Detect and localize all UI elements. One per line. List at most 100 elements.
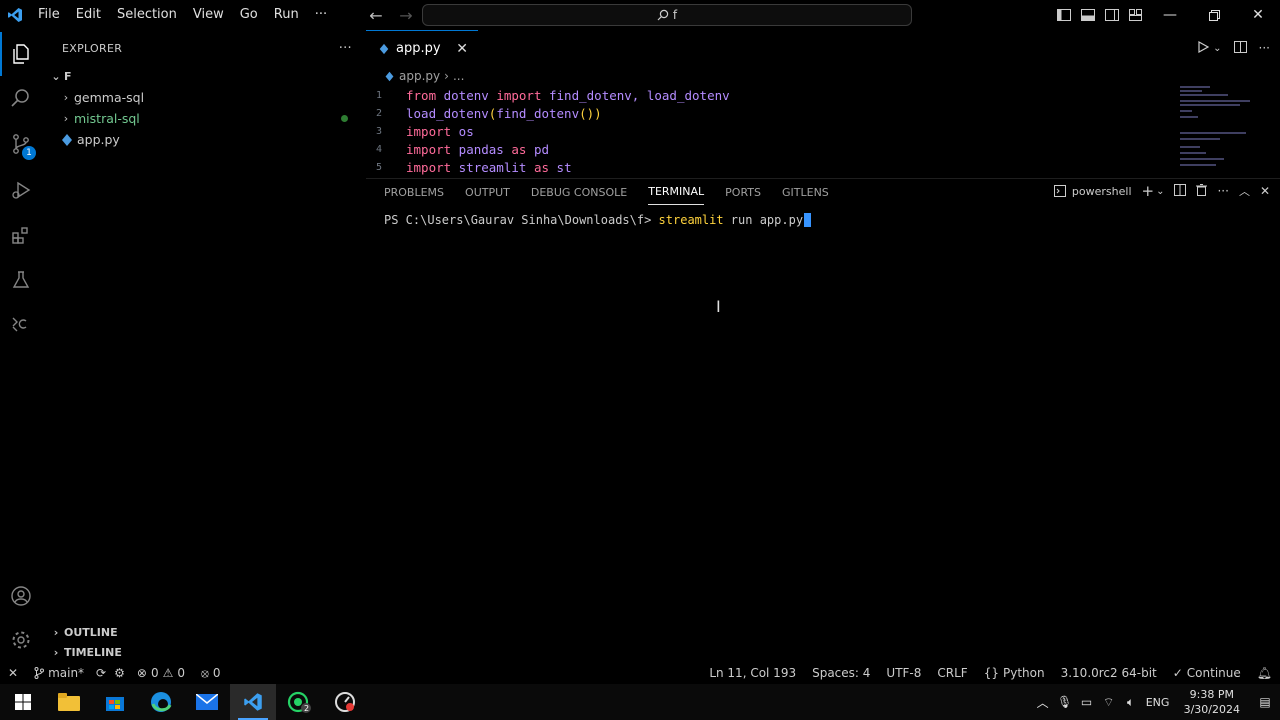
file-encoding[interactable]: UTF-8 [878, 662, 929, 684]
sync-icon[interactable]: ⟳ [92, 662, 110, 684]
more-actions-icon[interactable]: ··· [1217, 184, 1228, 198]
restore-button[interactable] [1192, 0, 1236, 30]
code-line[interactable]: 5 import streamlit as st [366, 158, 1280, 176]
tray-chevron-up-icon[interactable]: ︿ [1032, 694, 1054, 711]
menu-go[interactable]: Go [232, 0, 266, 30]
file-explorer-icon[interactable] [46, 684, 92, 720]
recording-app-icon[interactable] [322, 684, 368, 720]
tree-item-app-py[interactable]: app.py [42, 129, 366, 150]
store-icon[interactable] [92, 684, 138, 720]
toggle-secondary-sidebar-icon[interactable] [1100, 0, 1124, 30]
clock[interactable]: 9:38 PM 3/30/2024 [1174, 687, 1250, 717]
indentation[interactable]: Spaces: 4 [804, 662, 878, 684]
menu-view[interactable]: View [185, 0, 232, 30]
code-line[interactable]: 3 import os [366, 122, 1280, 140]
panel-tab-terminal[interactable]: TERMINAL [648, 184, 705, 205]
chevron-right-icon: › [53, 646, 59, 659]
editor-area: app.py ✕ ⌄ ··· app.py › ... 1 from dotenv… [366, 30, 1280, 178]
menu-run[interactable]: Run [266, 0, 307, 30]
explorer-icon[interactable] [0, 32, 42, 76]
volume-icon[interactable]: 🔈︎ [1120, 695, 1142, 710]
close-window-button[interactable]: ✕ [1236, 0, 1280, 30]
language-mode[interactable]: {} Python [976, 662, 1053, 684]
source-control-icon[interactable]: 1 [0, 122, 42, 166]
editor-actions: ⌄ ··· [1197, 30, 1270, 66]
continue-extension[interactable]: ✓ Continue [1165, 662, 1249, 684]
remote-indicator-icon[interactable]: ✕ [0, 662, 26, 684]
customize-layout-icon[interactable] [1124, 0, 1148, 30]
whatsapp-icon[interactable]: 2 [276, 684, 322, 720]
edge-browser-icon[interactable] [138, 684, 184, 720]
panel-tab-gitlens[interactable]: GITLENS [782, 185, 829, 205]
close-icon[interactable]: ✕ [456, 41, 468, 57]
problems-indicator[interactable]: ⊗ 0 ⚠ 0 [129, 662, 193, 684]
code-editor[interactable]: 1 from dotenv import find_dotenv, load_do… [366, 86, 1280, 176]
explorer-more-button[interactable]: ··· [339, 41, 352, 56]
more-actions-icon[interactable]: ··· [1259, 41, 1270, 55]
toggle-panel-icon[interactable] [1076, 0, 1100, 30]
windows-start-icon[interactable] [0, 684, 46, 720]
settings-gear-icon[interactable] [0, 618, 42, 662]
language-indicator[interactable]: ENG [1142, 696, 1174, 709]
cursor-position[interactable]: Ln 11, Col 193 [701, 662, 804, 684]
code-token: find_dotenv [541, 87, 632, 103]
code-line[interactable]: 4 import pandas as pd [366, 140, 1280, 158]
chevron-down-icon[interactable]: ⌄ [1213, 43, 1221, 54]
tab-app-py[interactable]: app.py ✕ [366, 30, 478, 66]
terminal-output[interactable]: PS C:\Users\Gaurav Sinha\Downloads\f> st… [384, 213, 812, 227]
display-icon[interactable]: ▭ [1076, 695, 1098, 709]
menu-file[interactable]: File [30, 0, 68, 30]
timeline-section[interactable]: › TIMELINE [42, 642, 366, 663]
code-token: as [533, 159, 550, 175]
vscode-taskbar-icon[interactable] [230, 684, 276, 720]
toggle-sidebar-icon[interactable] [1052, 0, 1076, 30]
breadcrumb-rest[interactable]: ... [453, 69, 464, 83]
outline-section[interactable]: › OUTLINE [42, 622, 366, 643]
notification-center-icon[interactable]: ▤ [1250, 695, 1280, 709]
menu-selection[interactable]: Selection [109, 0, 185, 30]
breadcrumb-separator-icon: › [444, 69, 449, 83]
run-debug-icon[interactable] [0, 168, 42, 212]
notifications-bell-icon[interactable]: 🔔︎ [1249, 662, 1280, 684]
command-center[interactable]: f [422, 4, 912, 26]
microphone-icon[interactable]: 🎙︎ [1054, 695, 1076, 709]
workspace-root[interactable]: ⌄ F [42, 66, 366, 87]
wifi-icon[interactable]: ⌔ [1098, 695, 1120, 710]
close-panel-icon[interactable]: ✕ [1260, 184, 1270, 198]
menu-edit[interactable]: Edit [68, 0, 109, 30]
chevron-right-icon: › [63, 91, 69, 104]
end-of-line[interactable]: CRLF [929, 662, 975, 684]
terminal-shell-selector[interactable]: powershell [1053, 185, 1132, 198]
split-terminal-icon[interactable] [1174, 183, 1187, 199]
extensions-icon[interactable] [0, 214, 42, 258]
breadcrumb-file[interactable]: app.py [399, 69, 440, 83]
new-terminal-icon[interactable]: + [1142, 182, 1155, 200]
remote-explorer-icon[interactable] [0, 302, 42, 346]
python-interpreter[interactable]: 3.10.0rc2 64-bit [1053, 662, 1165, 684]
trash-icon[interactable] [1196, 183, 1208, 199]
menu-more[interactable]: ··· [307, 0, 335, 30]
search-sidebar-icon[interactable] [0, 76, 42, 120]
gitlens-icon[interactable]: ⚙ [110, 662, 129, 684]
mail-icon[interactable] [184, 684, 230, 720]
code-line[interactable]: 2 load_dotenv(find_dotenv()) [366, 104, 1280, 122]
split-editor-icon[interactable] [1233, 40, 1247, 56]
ports-indicator[interactable]: ⦻ 0 [193, 662, 229, 684]
testing-flask-icon[interactable] [0, 258, 42, 302]
maximize-panel-icon[interactable]: ︿ [1239, 183, 1250, 199]
git-branch[interactable]: main* [26, 662, 92, 684]
forward-arrow-icon[interactable]: → [396, 6, 416, 25]
back-arrow-icon[interactable]: ← [366, 6, 386, 25]
panel-tab-problems[interactable]: PROBLEMS [384, 185, 444, 205]
panel-tab-output[interactable]: OUTPUT [465, 185, 510, 205]
tree-item-mistral-sql[interactable]: › mistral-sql [42, 108, 366, 129]
minimap[interactable] [1172, 86, 1252, 176]
panel-tab-ports[interactable]: PORTS [725, 185, 761, 205]
chevron-down-icon[interactable]: ⌄ [1156, 186, 1164, 197]
run-python-file-icon[interactable] [1197, 40, 1210, 56]
panel-tab-debug-console[interactable]: DEBUG CONSOLE [531, 185, 627, 205]
tree-item-gemma-sql[interactable]: › gemma-sql [42, 87, 366, 108]
code-line[interactable]: 1 from dotenv import find_dotenv, load_do… [366, 86, 1280, 104]
accounts-icon[interactable] [0, 574, 42, 618]
minimize-button[interactable]: — [1148, 0, 1192, 30]
